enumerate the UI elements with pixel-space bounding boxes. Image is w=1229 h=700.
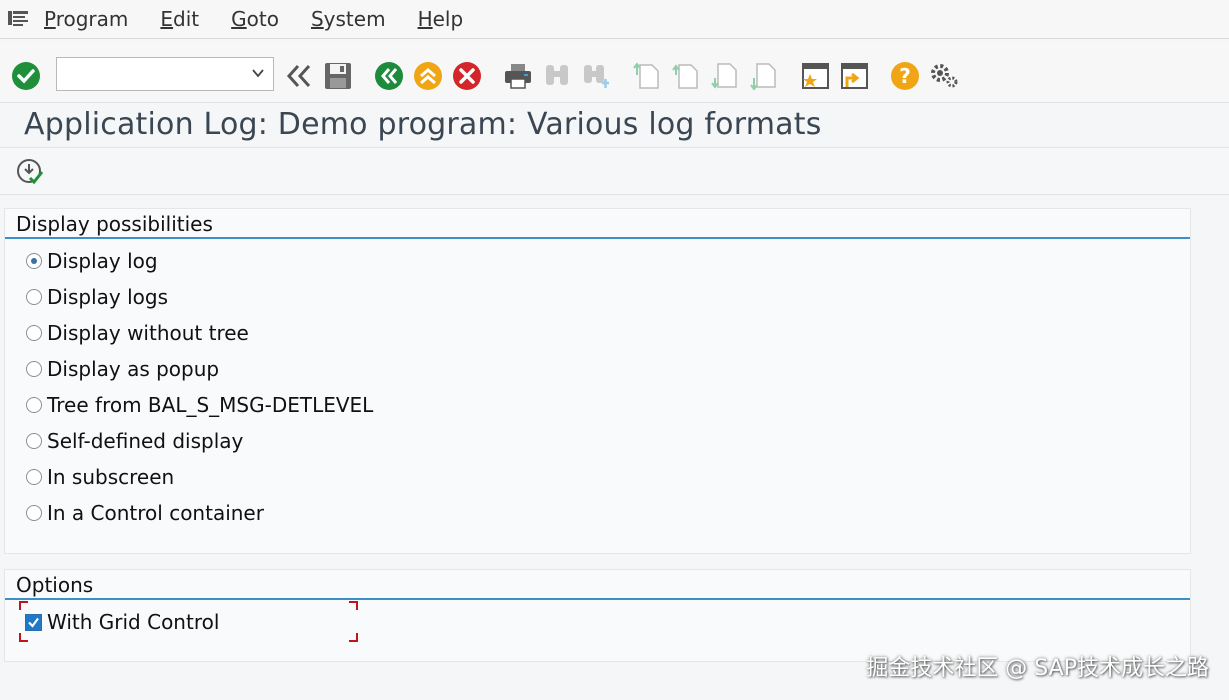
focus-frame-corner xyxy=(19,633,28,642)
radio-label: In subscreen xyxy=(47,465,175,489)
watermark: 掘金技术社区 @ SAP技术成长之路 xyxy=(866,656,1209,681)
focus-frame-corner xyxy=(349,601,358,610)
radio-label: Display log xyxy=(47,249,158,273)
save-icon[interactable] xyxy=(322,60,354,92)
focus-frame-corner xyxy=(19,601,28,610)
radio-button[interactable] xyxy=(26,253,42,269)
find-icon[interactable] xyxy=(541,60,573,92)
radio-tree-from-detlevel[interactable]: Tree from BAL_S_MSG-DETLEVEL xyxy=(26,390,373,420)
checkbox-label: With Grid Control xyxy=(47,610,220,634)
radio-display-log[interactable]: Display log xyxy=(26,246,158,276)
group-title: Options xyxy=(5,570,1190,600)
chevron-down-icon[interactable] xyxy=(251,66,265,80)
standard-toolbar: ? xyxy=(0,42,1229,103)
shortcut-icon[interactable] xyxy=(838,60,870,92)
menu-program[interactable]: Program xyxy=(44,7,128,31)
next-page-icon[interactable] xyxy=(709,60,741,92)
print-icon[interactable] xyxy=(502,60,534,92)
last-page-icon[interactable] xyxy=(748,60,780,92)
radio-button[interactable] xyxy=(26,433,42,449)
radio-button[interactable] xyxy=(26,469,42,485)
menu-system[interactable]: System xyxy=(311,7,386,31)
radio-label: Display logs xyxy=(47,285,168,309)
exit-icon[interactable] xyxy=(412,60,444,92)
menu-edit[interactable]: Edit xyxy=(160,7,199,31)
back-icon[interactable] xyxy=(373,60,405,92)
execute-icon[interactable] xyxy=(15,156,45,186)
radio-display-as-popup[interactable]: Display as popup xyxy=(26,354,219,384)
menu-help[interactable]: Help xyxy=(418,7,464,31)
checkmark-icon xyxy=(28,617,39,628)
radio-button[interactable] xyxy=(26,289,42,305)
application-toolbar xyxy=(0,148,1229,195)
radio-display-logs[interactable]: Display logs xyxy=(26,282,168,312)
cancel-icon[interactable] xyxy=(451,60,483,92)
help-icon[interactable]: ? xyxy=(889,60,921,92)
menu-bar: Program Edit Goto System Help xyxy=(0,0,1229,39)
radio-button[interactable] xyxy=(26,505,42,521)
focus-frame-corner xyxy=(349,633,358,642)
radio-label: Tree from BAL_S_MSG-DETLEVEL xyxy=(47,393,374,417)
svg-text:?: ? xyxy=(899,64,911,88)
radio-button[interactable] xyxy=(26,325,42,341)
radio-in-control-container[interactable]: In a Control container xyxy=(26,498,264,528)
back-history-icon[interactable] xyxy=(283,60,315,92)
enter-icon[interactable] xyxy=(10,60,42,92)
checkbox-with-grid-control[interactable]: With Grid Control xyxy=(25,607,219,637)
first-page-icon[interactable] xyxy=(631,60,663,92)
radio-label: Self-defined display xyxy=(47,429,244,453)
customize-layout-icon[interactable] xyxy=(928,60,960,92)
checkbox[interactable] xyxy=(25,613,42,631)
radio-label: Display as popup xyxy=(47,357,220,381)
previous-page-icon[interactable] xyxy=(670,60,702,92)
radio-button[interactable] xyxy=(26,397,42,413)
group-title: Display possibilities xyxy=(5,209,1190,239)
command-input[interactable] xyxy=(61,58,245,90)
page-title: Application Log: Demo program: Various l… xyxy=(24,107,822,142)
radio-in-subscreen[interactable]: In subscreen xyxy=(26,462,174,492)
create-session-icon[interactable] xyxy=(799,60,831,92)
radio-button[interactable] xyxy=(26,361,42,377)
menu-goto[interactable]: Goto xyxy=(231,7,279,31)
radio-label: Display without tree xyxy=(47,321,249,345)
radio-label: In a Control container xyxy=(47,501,264,525)
radio-display-without-tree[interactable]: Display without tree xyxy=(26,318,249,348)
radio-self-defined-display[interactable]: Self-defined display xyxy=(26,426,243,456)
find-next-icon[interactable] xyxy=(580,60,612,92)
menu-icon[interactable] xyxy=(8,10,30,28)
title-bar: Application Log: Demo program: Various l… xyxy=(0,103,1229,148)
command-field[interactable] xyxy=(56,57,274,91)
options-group: Options With Grid Control xyxy=(4,569,1191,662)
display-possibilities-group: Display possibilities Display log Displa… xyxy=(4,208,1191,554)
